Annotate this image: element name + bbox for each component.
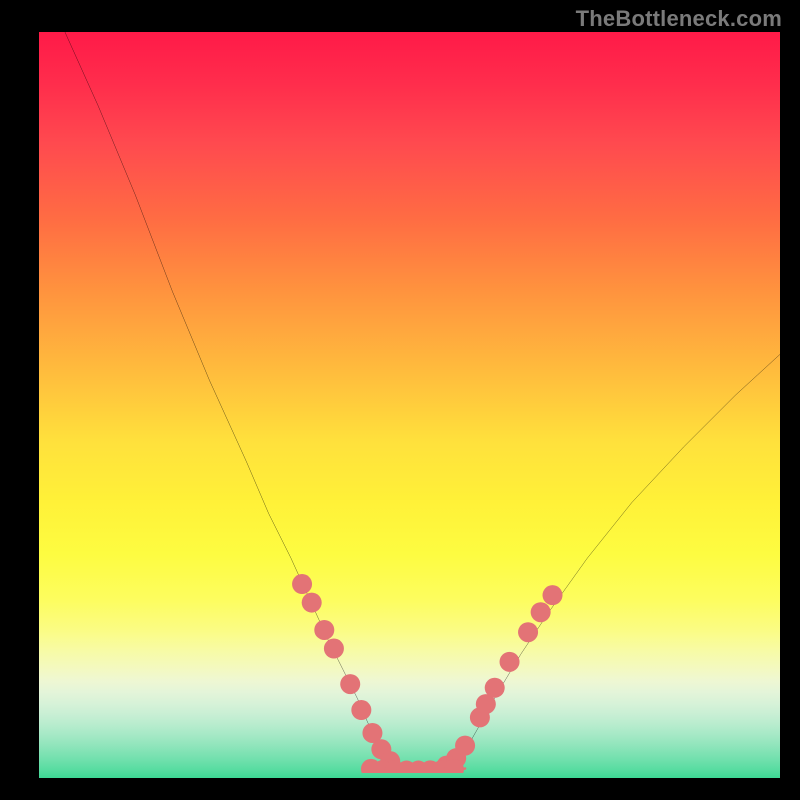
- chart-svg: [39, 32, 780, 773]
- left-dot: [292, 574, 312, 594]
- right-dot: [531, 602, 551, 622]
- right-dot: [455, 736, 475, 756]
- left-dot: [324, 639, 344, 659]
- curve-left-curve: [65, 32, 396, 769]
- watermark-text: TheBottleneck.com: [576, 6, 782, 32]
- dot-layer: [292, 574, 562, 773]
- plot-area: [39, 32, 780, 778]
- left-dot: [302, 593, 322, 613]
- right-dot: [485, 678, 505, 698]
- left-dot: [340, 674, 360, 694]
- right-dot: [500, 652, 520, 672]
- left-dot: [314, 620, 334, 640]
- left-dot: [351, 700, 371, 720]
- right-dot: [518, 622, 538, 642]
- right-dot: [543, 585, 563, 605]
- curve-layer: [65, 32, 780, 769]
